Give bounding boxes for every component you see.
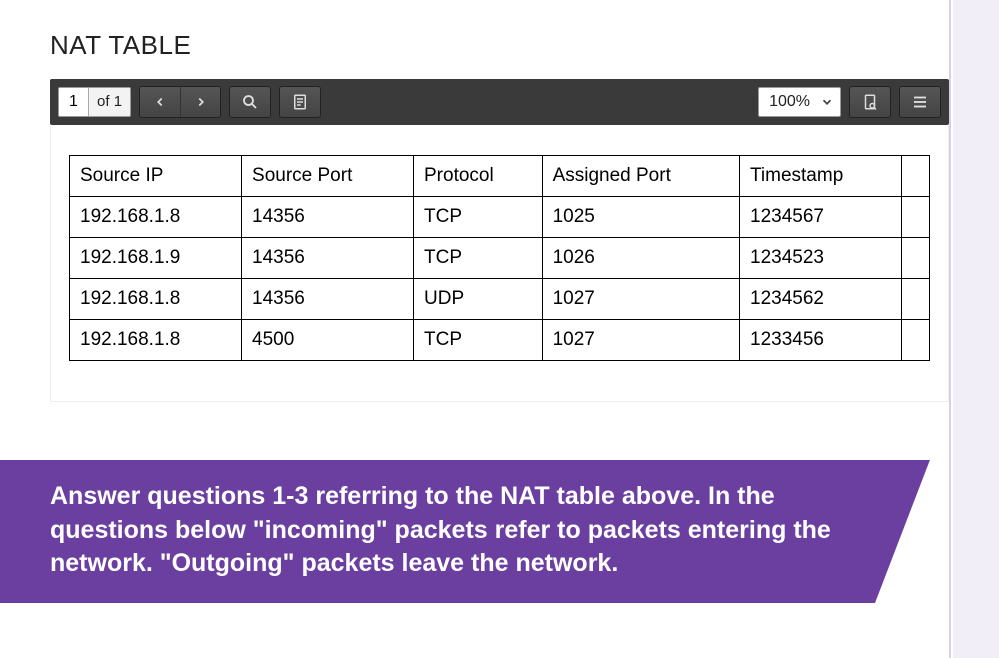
next-page-button[interactable] [180, 87, 220, 117]
zoom-select[interactable]: 100% [758, 87, 841, 117]
col-protocol: Protocol [414, 156, 543, 197]
prev-page-button[interactable] [140, 87, 180, 117]
cell: 4500 [242, 320, 414, 361]
page-total: 1 [114, 93, 122, 110]
cell: 192.168.1.8 [70, 197, 242, 238]
cell-empty [902, 238, 930, 279]
cell: 1026 [542, 238, 739, 279]
cell: 14356 [242, 279, 414, 320]
chevron-right-icon [194, 95, 208, 109]
cell: 192.168.1.9 [70, 238, 242, 279]
cell: UDP [414, 279, 543, 320]
cell: 1233456 [740, 320, 902, 361]
cell: 1234567 [740, 197, 902, 238]
instruction-banner: Answer questions 1-3 referring to the NA… [0, 460, 930, 603]
hamburger-icon [911, 93, 929, 111]
search-icon [241, 93, 259, 111]
cell: 14356 [242, 197, 414, 238]
cell: TCP [414, 238, 543, 279]
table-row: 192.168.1.9 14356 TCP 1026 1234523 [70, 238, 930, 279]
cell: 1027 [542, 320, 739, 361]
cell: 1234523 [740, 238, 902, 279]
cell-empty [902, 320, 930, 361]
col-timestamp: Timestamp [740, 156, 902, 197]
cell-empty [902, 197, 930, 238]
cell: TCP [414, 197, 543, 238]
cell: 192.168.1.8 [70, 279, 242, 320]
search-button[interactable] [229, 86, 271, 118]
page-number-input[interactable] [59, 88, 89, 116]
cell: 1025 [542, 197, 739, 238]
cell: 192.168.1.8 [70, 320, 242, 361]
document-toolbar: of 1 100% [50, 79, 949, 125]
chevron-left-icon [153, 95, 167, 109]
content-wrapper: NAT TABLE of 1 100% [0, 0, 999, 658]
section-title: NAT TABLE [50, 30, 949, 61]
zoom-level-label: 100% [769, 93, 810, 111]
col-source-ip: Source IP [70, 156, 242, 197]
table-header-row: Source IP Source Port Protocol Assigned … [70, 156, 930, 197]
fit-page-icon [861, 93, 879, 111]
table-row: 192.168.1.8 4500 TCP 1027 1233456 [70, 320, 930, 361]
fit-page-button[interactable] [849, 86, 891, 118]
col-source-port: Source Port [242, 156, 414, 197]
cell: 14356 [242, 238, 414, 279]
col-empty [902, 156, 930, 197]
page-of-prefix: of [97, 93, 114, 110]
table-row: 192.168.1.8 14356 UDP 1027 1234562 [70, 279, 930, 320]
page-nav-group [139, 86, 221, 118]
document-outline-icon [291, 93, 309, 111]
cell: 1027 [542, 279, 739, 320]
chevron-down-icon [820, 95, 834, 109]
outline-button[interactable] [279, 86, 321, 118]
cell: 1234562 [740, 279, 902, 320]
table-row: 192.168.1.8 14356 TCP 1025 1234567 [70, 197, 930, 238]
col-assigned-port: Assigned Port [542, 156, 739, 197]
menu-button[interactable] [899, 86, 941, 118]
page-indicator: of 1 [58, 87, 131, 117]
nat-table: Source IP Source Port Protocol Assigned … [69, 155, 930, 361]
cell-empty [902, 279, 930, 320]
document-viewport: Source IP Source Port Protocol Assigned … [50, 125, 949, 402]
cell: TCP [414, 320, 543, 361]
page-total-label: of 1 [89, 88, 130, 116]
